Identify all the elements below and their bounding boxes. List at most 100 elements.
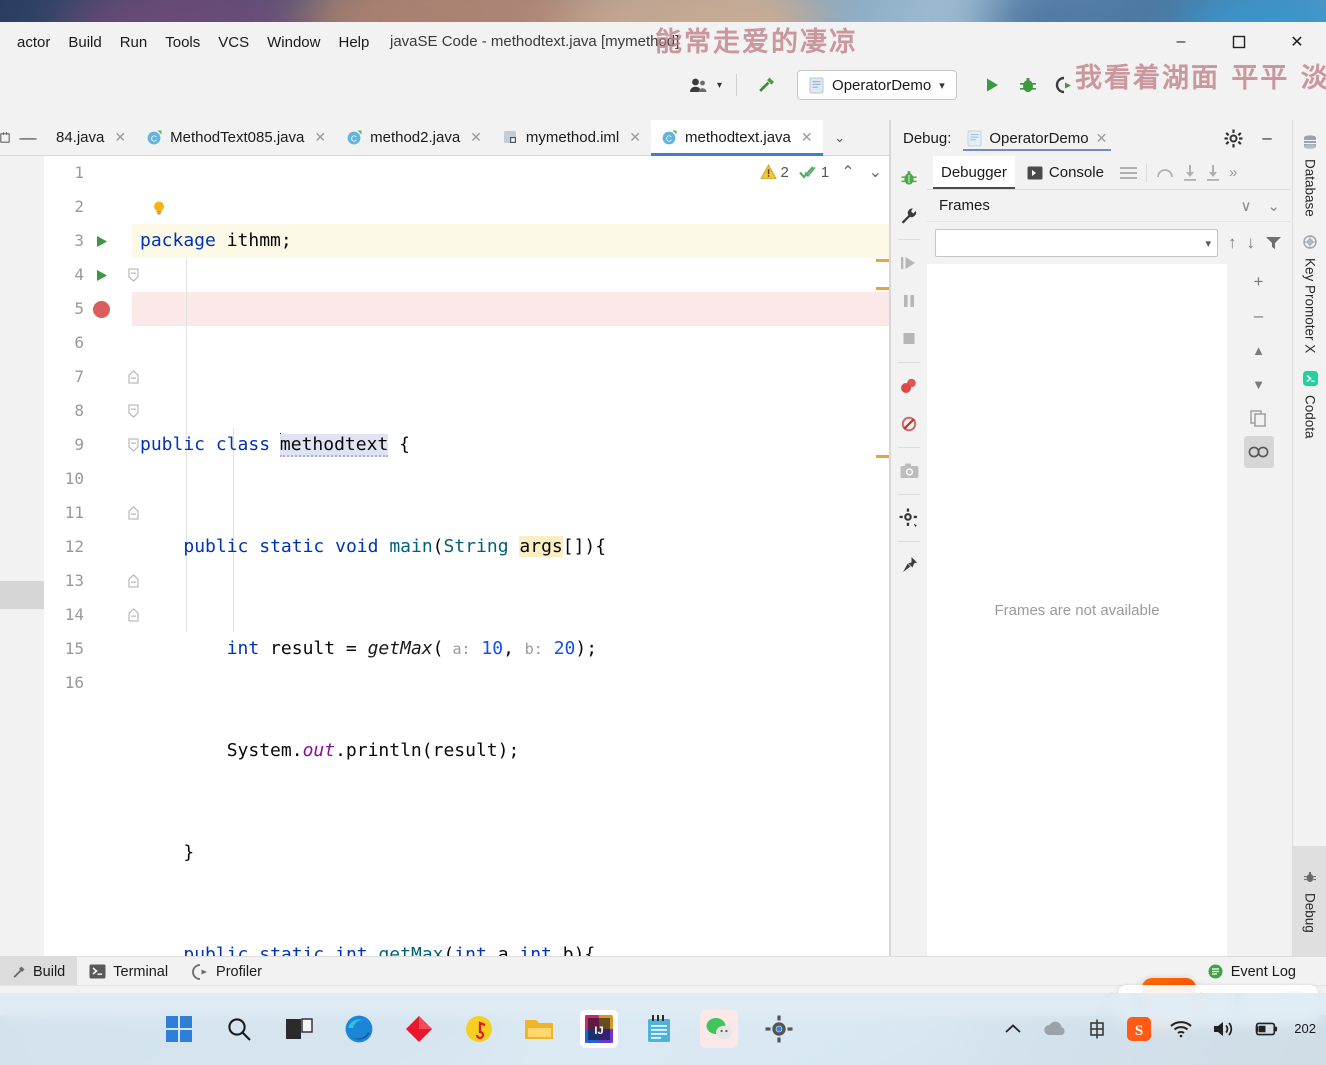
- hide-debug-panel-button[interactable]: –: [1252, 123, 1282, 153]
- taskbar-clock[interactable]: 202: [1294, 1021, 1316, 1037]
- view-breakpoints-icon[interactable]: [893, 368, 925, 404]
- wechat-icon[interactable]: [700, 1010, 738, 1048]
- code-editor[interactable]: 1 2 3 4 5 6 7 8 9 10 11 12 13 14 15 16 p…: [0, 156, 890, 956]
- menu-item-help[interactable]: Help: [329, 31, 378, 54]
- battery-icon[interactable]: [1252, 1016, 1278, 1042]
- editor-tab-mymethod-iml[interactable]: mymethod.iml ✕: [492, 120, 651, 155]
- file-explorer-icon[interactable]: [520, 1010, 558, 1048]
- search-icon[interactable]: [220, 1010, 258, 1048]
- run-main-gutter-icon[interactable]: [92, 258, 110, 292]
- code-line-6[interactable]: System.out.println(result);: [132, 734, 890, 768]
- gear-icon[interactable]: [1218, 123, 1248, 153]
- wrench-icon[interactable]: [893, 198, 925, 234]
- intellij-idea-icon[interactable]: IJ: [580, 1010, 618, 1048]
- code-line-1[interactable]: package ithmm;: [132, 224, 890, 258]
- editor-tab-method2[interactable]: C method2.java ✕: [336, 120, 492, 155]
- sidebar-item-database[interactable]: Database: [1293, 126, 1326, 226]
- tab-overflow-chevron-down-icon[interactable]: ⌄: [823, 120, 857, 155]
- layout-icon[interactable]: [1119, 166, 1137, 180]
- editor-tab-methodtext-active[interactable]: C methodtext.java ✕: [651, 120, 823, 156]
- mute-breakpoints-icon[interactable]: [893, 406, 925, 442]
- close-icon[interactable]: ✕: [314, 129, 326, 146]
- next-problem-icon[interactable]: ⌄: [869, 162, 882, 182]
- edge-icon[interactable]: [340, 1010, 378, 1048]
- watches-icon[interactable]: [1243, 436, 1274, 468]
- move-up-button[interactable]: ▲: [1244, 334, 1274, 366]
- code-line-7[interactable]: }: [132, 836, 890, 870]
- tab-console[interactable]: Console: [1019, 156, 1112, 189]
- close-icon[interactable]: ✕: [1096, 130, 1108, 147]
- breakpoint-marker[interactable]: [92, 292, 110, 326]
- code-line-3[interactable]: public class methodtext {: [132, 428, 890, 462]
- code-line-8[interactable]: public static int getMax(int a,int b){: [132, 938, 890, 956]
- settings-gear-icon[interactable]: [760, 1010, 798, 1048]
- windows-start-icon[interactable]: [160, 1010, 198, 1048]
- filter-icon[interactable]: [1265, 236, 1282, 251]
- code-line-2[interactable]: [132, 326, 890, 360]
- menu-item-vcs[interactable]: VCS: [209, 31, 258, 54]
- settings-icon[interactable]: [893, 500, 925, 536]
- task-view-icon[interactable]: [280, 1010, 318, 1048]
- run-button[interactable]: [977, 70, 1007, 100]
- bug-icon[interactable]: [893, 160, 925, 196]
- menu-item-run[interactable]: Run: [111, 31, 157, 54]
- error-stripe-mark[interactable]: [876, 455, 890, 458]
- frames-chevron-down-icon[interactable]: ⌄: [1267, 197, 1280, 215]
- code-line-5[interactable]: int result = getMax( a: 10, b: 20);: [132, 632, 890, 666]
- editor-tab-methodtext085[interactable]: C MethodText085.java ✕: [136, 120, 336, 155]
- copy-icon[interactable]: [1244, 402, 1274, 434]
- force-step-over-icon[interactable]: [1156, 166, 1174, 180]
- close-button[interactable]: ✕: [1268, 22, 1326, 62]
- run-with-coverage-button[interactable]: [1049, 70, 1079, 100]
- music-icon[interactable]: [460, 1010, 498, 1048]
- move-down-button[interactable]: ▼: [1244, 368, 1274, 400]
- run-configuration-selector[interactable]: OperatorDemo ▾: [797, 70, 957, 100]
- menu-item-build[interactable]: Build: [59, 31, 110, 54]
- sidebar-item-key-promoter-x[interactable]: Key Promoter X: [1293, 226, 1326, 362]
- editor-tab-84java[interactable]: 84.java ✕: [46, 120, 136, 155]
- inspection-widget[interactable]: 2 1 ⌃ ⌄: [759, 162, 882, 182]
- error-stripe-mark[interactable]: [876, 259, 890, 262]
- ime-chinese-icon[interactable]: [1084, 1016, 1110, 1042]
- close-icon[interactable]: ✕: [801, 129, 813, 146]
- overflow-icon[interactable]: »: [1229, 164, 1237, 181]
- frames-up-icon[interactable]: ↑: [1228, 233, 1237, 253]
- camera-icon[interactable]: [893, 453, 925, 489]
- stop-icon[interactable]: [893, 321, 925, 357]
- code-line-4[interactable]: public static void main(String args[]){: [132, 530, 890, 564]
- debug-button[interactable]: [1013, 70, 1043, 100]
- step-into-icon[interactable]: [1183, 164, 1197, 181]
- remove-watch-button[interactable]: –: [1244, 300, 1274, 332]
- status-item-build[interactable]: Build: [0, 957, 78, 986]
- pin-icon[interactable]: [893, 547, 925, 583]
- thread-selector[interactable]: ▾: [935, 229, 1218, 257]
- resume-program-icon[interactable]: [893, 245, 925, 281]
- sidebar-item-debug[interactable]: Debug: [1293, 846, 1326, 956]
- sogou-icon[interactable]: S: [1126, 1016, 1152, 1042]
- status-item-profiler[interactable]: Profiler: [180, 957, 274, 986]
- project-tool-icon[interactable]: [0, 120, 10, 155]
- status-item-terminal[interactable]: Terminal: [77, 957, 180, 986]
- prev-problem-icon[interactable]: ⌃: [841, 162, 854, 182]
- minimize-button[interactable]: –: [1152, 22, 1210, 62]
- frames-list[interactable]: Frames are not available: [927, 264, 1227, 956]
- frames-collapse-icon[interactable]: ∨: [1240, 197, 1251, 215]
- error-stripe-mark[interactable]: [876, 287, 890, 290]
- onedrive-icon[interactable]: [1042, 1016, 1068, 1042]
- pause-program-icon[interactable]: [893, 283, 925, 319]
- maximize-button[interactable]: [1210, 22, 1268, 62]
- sidebar-item-codota[interactable]: Codota: [1293, 362, 1326, 448]
- ruby-red-icon[interactable]: [400, 1010, 438, 1048]
- wifi-icon[interactable]: [1168, 1016, 1194, 1042]
- avatar-chevron-down-icon[interactable]: ▾: [717, 80, 722, 91]
- notepad-icon[interactable]: [640, 1010, 678, 1048]
- left-strip-selection[interactable]: [0, 581, 44, 609]
- hammer-icon[interactable]: [751, 70, 781, 100]
- debug-session-tab[interactable]: OperatorDemo ✕: [959, 121, 1115, 155]
- volume-icon[interactable]: [1210, 1016, 1236, 1042]
- user-avatar-icon[interactable]: [684, 70, 714, 100]
- add-watch-button[interactable]: +: [1244, 266, 1274, 298]
- hide-sidebar-button[interactable]: —: [10, 120, 46, 155]
- code-content[interactable]: package ithmm; public class methodtext {…: [132, 156, 890, 956]
- show-hidden-icons-chevron-icon[interactable]: [1000, 1016, 1026, 1042]
